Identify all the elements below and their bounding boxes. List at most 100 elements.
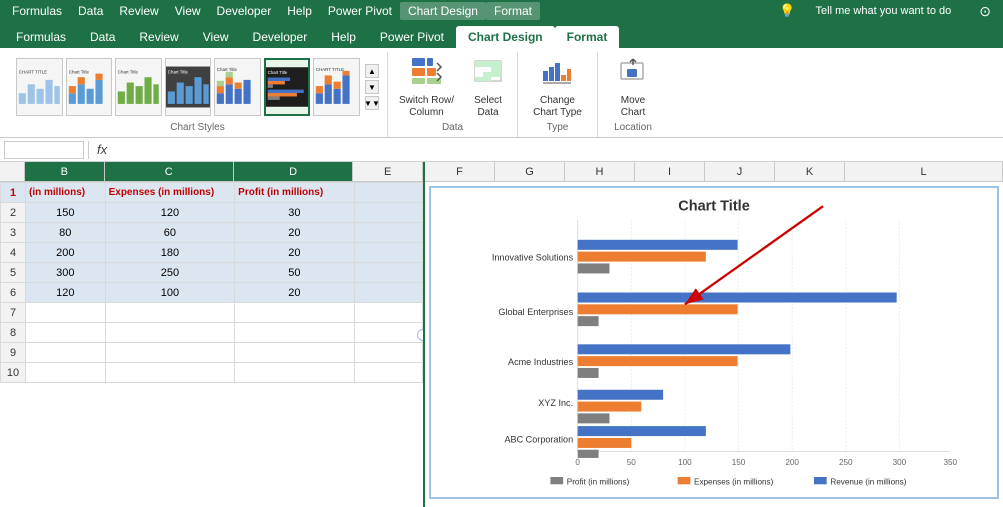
bar-innovative-revenue [578, 240, 738, 250]
svg-text:300: 300 [893, 458, 907, 467]
cell-d9[interactable] [235, 343, 354, 363]
col-header-d[interactable]: D [234, 162, 353, 181]
menu-developer[interactable]: Developer [209, 2, 280, 20]
menu-help[interactable]: Help [279, 2, 320, 20]
scroll-up-btn[interactable]: ▲ [365, 64, 379, 78]
chart-resize-handle[interactable] [417, 329, 425, 341]
chart-style-6[interactable]: Chart Title [264, 58, 311, 116]
col-header-f[interactable]: F [425, 162, 495, 181]
menu-review[interactable]: Review [111, 2, 166, 20]
cell-d8[interactable] [235, 323, 354, 343]
menu-power-pivot[interactable]: Power Pivot [320, 2, 400, 20]
chart-style-5[interactable]: Chart Title [214, 58, 261, 116]
change-chart-type-button[interactable]: ChangeChart Type [526, 52, 589, 124]
scroll-down-btn[interactable]: ▼ [365, 80, 379, 94]
chart-style-4[interactable]: Chart Title [165, 58, 212, 116]
cell-c9[interactable] [105, 343, 235, 363]
col-header-c[interactable]: C [105, 162, 234, 181]
menu-formulas[interactable]: Formulas [4, 2, 70, 20]
cell-d2[interactable]: 30 [235, 203, 354, 223]
chart-container[interactable]: Chart Title 0 50 100 150 200 250 [429, 186, 999, 499]
cell-e4[interactable] [354, 243, 423, 263]
tab-view[interactable]: View [191, 26, 241, 48]
cell-b8[interactable] [26, 323, 106, 343]
tab-power-pivot[interactable]: Power Pivot [368, 26, 456, 48]
tab-review[interactable]: Review [127, 26, 190, 48]
tab-data[interactable]: Data [78, 26, 127, 48]
cell-e7[interactable] [354, 303, 423, 323]
header-d[interactable]: Profit (in millions) [235, 183, 354, 203]
chart-style-3[interactable]: Chart Title [115, 58, 162, 116]
tab-format[interactable]: Format [555, 26, 620, 48]
tell-me-input[interactable]: Tell me what you want to do [808, 3, 960, 19]
cell-c2[interactable]: 120 [105, 203, 235, 223]
bar-acme-expenses [578, 356, 738, 366]
move-chart-button[interactable]: MoveChart [608, 52, 658, 124]
table-row: 2 150 120 30 [1, 203, 423, 223]
cell-e10[interactable] [354, 363, 423, 383]
formula-input[interactable] [111, 144, 999, 156]
cell-c3[interactable]: 60 [105, 223, 235, 243]
switch-row-col-label: Switch Row/Column [399, 95, 454, 119]
tab-help[interactable]: Help [319, 26, 368, 48]
cell-e5[interactable] [354, 263, 423, 283]
cell-b3[interactable]: 80 [26, 223, 106, 243]
svg-text:250: 250 [839, 458, 853, 467]
menu-format[interactable]: Format [486, 2, 540, 20]
header-b[interactable]: (in millions) [26, 183, 106, 203]
cell-e6[interactable] [354, 283, 423, 303]
cell-b7[interactable] [26, 303, 106, 323]
cell-b6[interactable]: 120 [26, 283, 106, 303]
formula-bar: fx [0, 138, 1003, 162]
tab-developer[interactable]: Developer [241, 26, 320, 48]
chart-style-2[interactable]: Chart Title [66, 58, 113, 116]
tab-chart-design[interactable]: Chart Design [456, 26, 555, 48]
cell-b4[interactable]: 200 [26, 243, 106, 263]
menu-data[interactable]: Data [70, 2, 111, 20]
cell-c6[interactable]: 100 [105, 283, 235, 303]
name-box[interactable] [4, 141, 84, 159]
col-header-b[interactable]: B [25, 162, 105, 181]
cell-e3[interactable] [354, 223, 423, 243]
switch-row-col-button[interactable]: Switch Row/Column [392, 52, 461, 124]
cell-c7[interactable] [105, 303, 235, 323]
cell-b2[interactable]: 150 [26, 203, 106, 223]
header-c[interactable]: Expenses (in millions) [105, 183, 235, 203]
col-header-h[interactable]: H [565, 162, 635, 181]
cell-d7[interactable] [235, 303, 354, 323]
cell-e9[interactable] [354, 343, 423, 363]
svg-text:Acme Industries: Acme Industries [508, 357, 574, 367]
cell-c5[interactable]: 250 [105, 263, 235, 283]
col-header-g[interactable]: G [495, 162, 565, 181]
col-header-k[interactable]: K [775, 162, 845, 181]
change-chart-type-icon [541, 57, 573, 92]
bar-xyz-expenses [578, 402, 642, 412]
cell-c8[interactable] [105, 323, 235, 343]
cell-c10[interactable] [105, 363, 235, 383]
formula-divider [88, 141, 89, 159]
cell-b10[interactable] [26, 363, 106, 383]
tab-formulas[interactable]: Formulas [4, 26, 78, 48]
scroll-more-btn[interactable]: ▼▼ [365, 96, 379, 110]
cell-c4[interactable]: 180 [105, 243, 235, 263]
menu-chart-design[interactable]: Chart Design [400, 2, 486, 20]
cell-d5[interactable]: 50 [235, 263, 354, 283]
col-header-j[interactable]: J [705, 162, 775, 181]
col-header-l[interactable]: L [845, 162, 1003, 181]
cell-d6[interactable]: 20 [235, 283, 354, 303]
cell-e2[interactable] [354, 203, 423, 223]
row-num-2: 2 [1, 203, 26, 223]
select-data-button[interactable]: SelectData [463, 52, 513, 124]
cell-d3[interactable]: 20 [235, 223, 354, 243]
cell-e8[interactable] [354, 323, 423, 343]
col-header-e[interactable]: E [353, 162, 423, 181]
col-header-i[interactable]: I [635, 162, 705, 181]
cell-b9[interactable] [26, 343, 106, 363]
chart-style-1[interactable]: CHART TITLE [16, 58, 63, 116]
chart-style-7[interactable]: CHART TITLE [313, 58, 360, 116]
cell-b5[interactable]: 300 [26, 263, 106, 283]
cell-d10[interactable] [235, 363, 354, 383]
header-e[interactable] [354, 183, 423, 203]
cell-d4[interactable]: 20 [235, 243, 354, 263]
menu-view[interactable]: View [167, 2, 209, 20]
